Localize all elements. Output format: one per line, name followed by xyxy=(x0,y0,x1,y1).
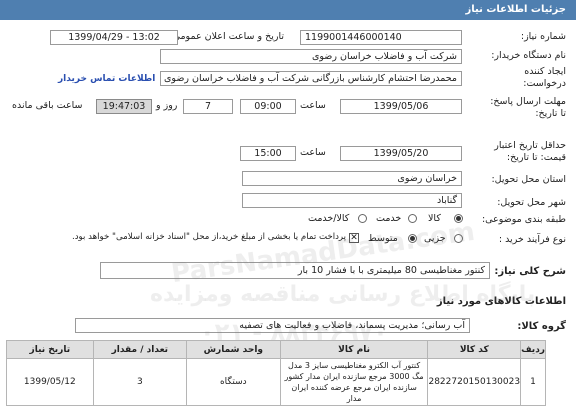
col-date-header: تاریخ نیاز xyxy=(6,340,94,359)
deadline-label: مهلت ارسال پاسخ: xyxy=(490,96,566,107)
process-medium-label: متوسط xyxy=(368,233,398,244)
category-goods-service-radio[interactable] xyxy=(358,214,367,223)
table-row[interactable]: 1 2822720150130023 کنتور آب الکترو مغناط… xyxy=(6,358,546,406)
creator-field: محمدرضا احتشام کارشناس بازرگانی شرکت آب … xyxy=(160,71,462,86)
deadline-date-field: 1399/05/06 xyxy=(340,99,462,114)
remaining-time-label: ساعت باقی مانده xyxy=(12,100,83,111)
buyer-label: نام دستگاه خریدار: xyxy=(491,50,566,61)
cell-unit: دستگاه xyxy=(185,358,281,406)
cell-row: 1 xyxy=(520,358,546,406)
province-field: خراسان رضوی xyxy=(242,171,462,186)
col-row-header: ردیف xyxy=(520,340,546,359)
city-label: شهر محل تحویل: xyxy=(497,197,566,208)
validity-date-field: 1399/05/20 xyxy=(340,146,462,161)
category-service-label: خدمت xyxy=(376,213,402,224)
page-header: جزئیات اطلاعات نیاز xyxy=(0,0,576,20)
deadline-label-2: تا تاریخ: xyxy=(535,108,566,119)
cell-date: 1399/05/12 xyxy=(6,358,94,406)
deadline-time-label: ساعت xyxy=(300,100,326,111)
days-label: روز و xyxy=(156,100,178,111)
need-number-field: 1199001446000140 xyxy=(300,30,462,45)
category-label: طبقه بندی موضوعی: xyxy=(481,214,566,225)
deadline-time-field: 09:00 xyxy=(240,99,296,114)
items-table: ردیف کد کالا نام کالا واحد شمارش تعداد /… xyxy=(6,340,546,406)
col-unit-header: واحد شمارش xyxy=(185,340,281,359)
buyer-contact-link[interactable]: اطلاعات تماس خریدار xyxy=(58,74,155,84)
remaining-time-field: 19:47:03 xyxy=(96,99,152,114)
province-label: استان محل تحویل: xyxy=(491,174,566,185)
cell-qty: 3 xyxy=(92,358,187,406)
validity-time-label: ساعت xyxy=(300,147,326,158)
validity-label: حداقل تاریخ اعتبار xyxy=(494,140,566,151)
days-field: 7 xyxy=(183,99,233,114)
cell-name: کنتور آب الکترو مغناطیسی سایز 3 مدل مگ 3… xyxy=(279,358,429,406)
treasury-payment-checkbox[interactable]: ✕ xyxy=(349,233,359,243)
announce-date-field: 1399/04/29 - 13:02 xyxy=(50,30,178,45)
table-header-row: ردیف کد کالا نام کالا واحد شمارش تعداد /… xyxy=(6,340,546,359)
summary-field: کنتور مغناطیسی 80 میلیمتری با با فشار 10… xyxy=(100,262,490,279)
process-minor-label: جزیی xyxy=(424,233,446,244)
category-goods-label: کالا xyxy=(428,213,441,224)
summary-label: شرح کلی نیاز: xyxy=(494,266,566,277)
announce-date-label: تاریخ و ساعت اعلان عمومی: xyxy=(169,31,284,42)
validity-label-2: قیمت: تا تاریخ: xyxy=(506,152,566,163)
col-name-header: نام کالا xyxy=(279,340,429,359)
cell-code: 2822720150130023 xyxy=(427,358,522,406)
category-service-radio[interactable] xyxy=(408,214,417,223)
treasury-payment-note: پرداخت تمام یا بخشی از مبلغ خرید،از محل … xyxy=(72,232,347,242)
group-field: آب رسانی؛ مدیریت پسماند، فاضلاب و فعالیت… xyxy=(75,318,470,333)
process-minor-radio[interactable] xyxy=(454,234,463,243)
city-field: گناباد xyxy=(242,193,462,208)
process-label: نوع فرآیند خرید : xyxy=(498,234,566,245)
goods-section-title: اطلاعات کالاهای مورد نیاز xyxy=(436,296,566,307)
process-medium-radio[interactable] xyxy=(408,234,417,243)
creator-label-2: درخواست: xyxy=(523,78,566,89)
category-goods-service-label: کالا/خدمت xyxy=(308,213,350,224)
validity-time-field: 15:00 xyxy=(240,146,296,161)
col-code-header: کد کالا xyxy=(427,340,522,359)
buyer-field: شرکت آب و فاضلاب خراسان رضوی xyxy=(160,49,462,64)
creator-label: ایجاد کننده xyxy=(524,66,566,77)
col-qty-header: تعداد / مقدار xyxy=(92,340,187,359)
need-number-label: شماره نیاز: xyxy=(520,31,566,42)
category-goods-radio[interactable] xyxy=(454,214,463,223)
group-label: گروه کالا: xyxy=(517,321,566,332)
